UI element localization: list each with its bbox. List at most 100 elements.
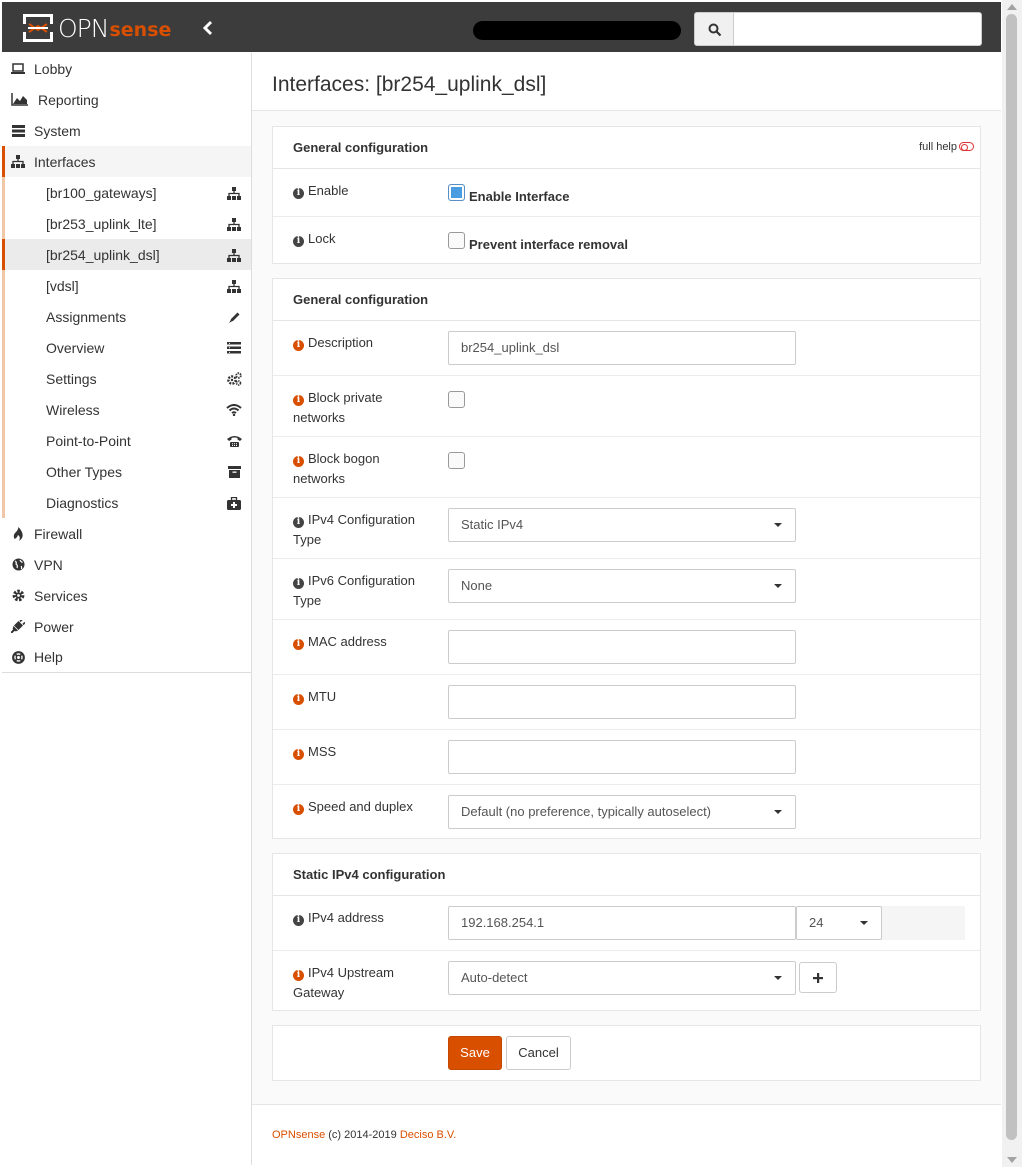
footer-copyright: (c) 2014-2019 bbox=[328, 1129, 397, 1141]
info-icon[interactable]: i bbox=[293, 456, 304, 467]
info-icon[interactable]: i bbox=[293, 915, 304, 926]
sidebar-item-br254-uplink-dsl[interactable]: [br254_uplink_dsl] bbox=[2, 239, 251, 270]
opnsense-logo[interactable]: OPN sense bbox=[22, 13, 171, 43]
block-bogon-row: i Block bogon networks bbox=[273, 437, 980, 498]
sidebar-item-label: Reporting bbox=[38, 91, 99, 108]
select-value: 24 bbox=[809, 915, 824, 930]
label-text: IPv4 address bbox=[308, 910, 384, 925]
mss-input[interactable] bbox=[448, 740, 796, 774]
sidebar-item-firewall[interactable]: Firewall bbox=[2, 518, 251, 549]
cancel-button[interactable]: Cancel bbox=[506, 1036, 571, 1070]
scrollbar[interactable] bbox=[1002, 0, 1022, 1167]
panel-heading-text: General configuration bbox=[293, 292, 429, 307]
scroll-down-arrow-icon[interactable] bbox=[1007, 1157, 1017, 1163]
info-icon[interactable]: i bbox=[293, 639, 304, 650]
label-text: Enable bbox=[308, 183, 349, 198]
sidebar-item-other-types[interactable]: Other Types bbox=[2, 456, 251, 487]
mss-label: i MSS bbox=[293, 742, 433, 762]
opnsense-logo-icon bbox=[23, 14, 53, 42]
description-row: i Description br254_uplink_dsl bbox=[273, 321, 980, 376]
sidebar-item-wireless[interactable]: Wireless bbox=[2, 394, 251, 425]
laptop-icon bbox=[10, 61, 26, 77]
gear-icon bbox=[10, 588, 26, 604]
sidebar-item-power[interactable]: Power bbox=[2, 611, 251, 642]
redacted-region bbox=[473, 21, 681, 40]
mtu-input[interactable] bbox=[448, 685, 796, 719]
ipv4-type-label: i IPv4 Configuration Type bbox=[293, 510, 433, 550]
scroll-up-arrow-icon[interactable] bbox=[1007, 4, 1017, 10]
logo-text-opn: OPN bbox=[58, 13, 109, 43]
sidebar-item-diagnostics[interactable]: Diagnostics bbox=[2, 487, 251, 518]
sidebar-item-assignments[interactable]: Assignments bbox=[2, 301, 251, 332]
prevent-removal-checkbox[interactable] bbox=[448, 232, 465, 249]
sidebar-item-help[interactable]: Help bbox=[2, 642, 251, 673]
ipv4-address-label: i IPv4 address bbox=[293, 908, 433, 928]
phone-icon bbox=[226, 433, 242, 449]
full-help-toggle[interactable]: full help bbox=[919, 141, 974, 153]
sidebar-item-lobby[interactable]: Lobby bbox=[2, 53, 251, 84]
ipv6-type-select[interactable]: None bbox=[448, 569, 796, 603]
sidebar-item-label: Point-to-Point bbox=[46, 432, 131, 449]
save-button[interactable]: Save bbox=[448, 1036, 502, 1070]
add-gateway-button[interactable] bbox=[799, 962, 837, 993]
description-input[interactable]: br254_uplink_dsl bbox=[448, 331, 796, 365]
label-text: Block private networks bbox=[293, 390, 383, 425]
info-icon[interactable]: i bbox=[293, 188, 304, 199]
label-text: Description bbox=[308, 335, 374, 350]
ipv4-address-input[interactable]: 192.168.254.1 bbox=[448, 906, 796, 940]
info-icon[interactable]: i bbox=[293, 340, 304, 351]
info-icon[interactable]: i bbox=[293, 804, 304, 815]
gateway-select[interactable]: Auto-detect bbox=[448, 961, 796, 995]
life-ring-icon bbox=[10, 649, 26, 665]
block-bogon-checkbox[interactable] bbox=[448, 452, 465, 469]
sidebar-item-vpn[interactable]: VPN bbox=[2, 549, 251, 580]
sitemap-icon bbox=[226, 278, 242, 294]
sidebar-item-interfaces[interactable]: Interfaces bbox=[2, 146, 251, 177]
info-icon[interactable]: i bbox=[293, 395, 304, 406]
search-input[interactable] bbox=[733, 12, 982, 46]
enable-interface-checkbox[interactable] bbox=[448, 184, 465, 201]
info-icon[interactable]: i bbox=[293, 517, 304, 528]
label-text: Block bogon networks bbox=[293, 451, 380, 486]
scrollbar-thumb[interactable] bbox=[1006, 14, 1017, 1140]
fire-icon bbox=[10, 526, 26, 542]
block-private-checkbox[interactable] bbox=[448, 391, 465, 408]
info-icon[interactable]: i bbox=[293, 970, 304, 981]
mtu-row: i MTU bbox=[273, 675, 980, 730]
sidebar-item-br253-uplink-lte[interactable]: [br253_uplink_lte] bbox=[2, 208, 251, 239]
description-label: i Description bbox=[293, 333, 433, 353]
sidebar-item-label: Help bbox=[34, 649, 63, 665]
page-header: Interfaces: [br254_uplink_dsl] bbox=[252, 53, 1001, 111]
sidebar-item-vdsl[interactable]: [vdsl] bbox=[2, 270, 251, 301]
sidebar-item-point-to-point[interactable]: Point-to-Point bbox=[2, 425, 251, 456]
wifi-icon bbox=[226, 402, 242, 418]
sidebar-item-services[interactable]: Services bbox=[2, 580, 251, 611]
page-title: Interfaces: [br254_uplink_dsl] bbox=[272, 73, 547, 96]
sidebar-item-label: Settings bbox=[46, 370, 97, 387]
sitemap-icon bbox=[226, 185, 242, 201]
sitemap-icon bbox=[226, 247, 242, 263]
sidebar-item-br100-gateways[interactable]: [br100_gateways] bbox=[2, 177, 251, 208]
sidebar-item-settings[interactable]: Settings bbox=[2, 363, 251, 394]
search-button[interactable] bbox=[694, 12, 734, 46]
sidebar-item-label: [br254_uplink_dsl] bbox=[46, 246, 160, 263]
sidebar-item-label: System bbox=[34, 122, 81, 139]
footer-company-link[interactable]: Deciso B.V. bbox=[400, 1129, 456, 1141]
info-icon[interactable]: i bbox=[293, 694, 304, 705]
enable-interface-label: Enable Interface bbox=[469, 189, 570, 204]
top-navbar: OPN sense bbox=[2, 2, 1001, 52]
mac-address-input[interactable] bbox=[448, 630, 796, 664]
sidebar-collapse-icon[interactable] bbox=[201, 18, 215, 38]
footer-brand-link[interactable]: OPNsense bbox=[272, 1129, 325, 1141]
info-icon[interactable]: i bbox=[293, 749, 304, 760]
sidebar-item-reporting[interactable]: Reporting bbox=[2, 84, 251, 115]
info-icon[interactable]: i bbox=[293, 236, 304, 247]
subnet-select[interactable]: 24 bbox=[796, 906, 882, 940]
sidebar-item-overview[interactable]: Overview bbox=[2, 332, 251, 363]
speed-duplex-select[interactable]: Default (no preference, typically autose… bbox=[448, 795, 796, 829]
info-icon[interactable]: i bbox=[293, 578, 304, 589]
block-private-row: i Block private networks bbox=[273, 376, 980, 437]
sidebar-item-system[interactable]: System bbox=[2, 115, 251, 146]
ipv4-type-select[interactable]: Static IPv4 bbox=[448, 508, 796, 542]
ipv4-type-row: i IPv4 Configuration Type Static IPv4 bbox=[273, 498, 980, 559]
